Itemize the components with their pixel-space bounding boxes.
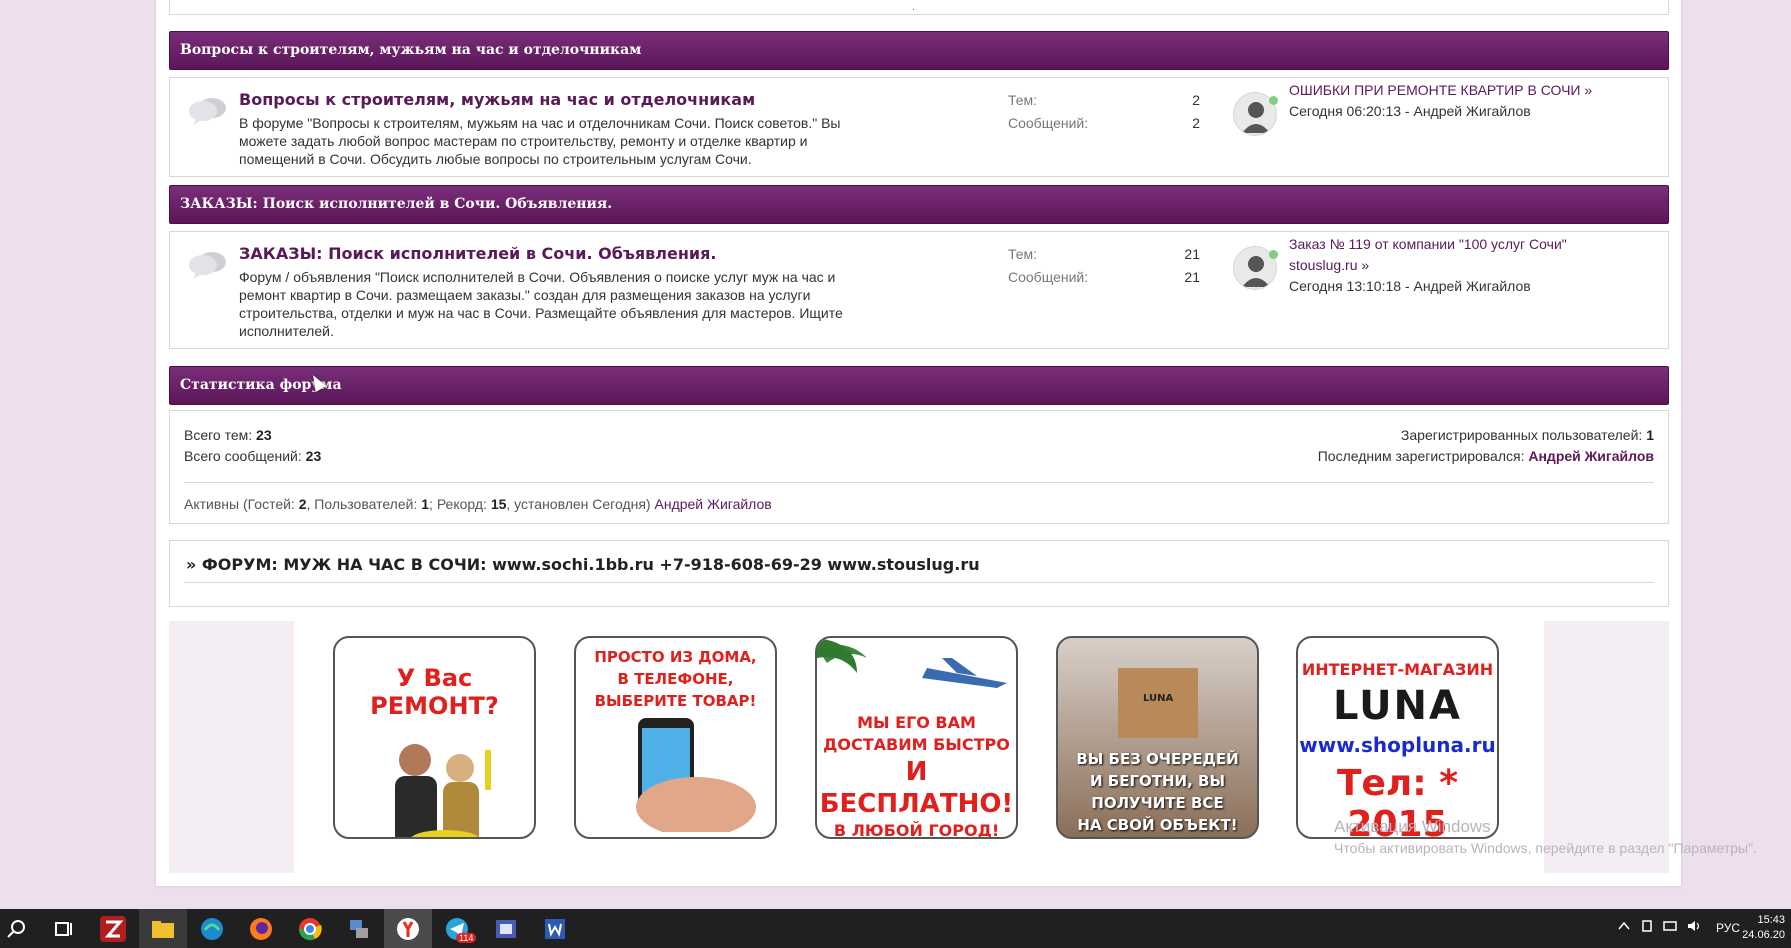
system-clock[interactable]: 15:43 24.06.20 [1742,913,1785,943]
stats-header: Статистика форума [169,366,1669,405]
category-header-orders[interactable]: ЗАКАЗЫ: Поиск исполнителей в Сочи. Объяв… [169,185,1669,224]
forum-footer-link[interactable]: » ФОРУМ: МУЖ НА ЧАС В СОЧИ: www.sochi.1b… [186,555,980,574]
banner-repair[interactable]: У Вас РЕМОНТ? [333,636,536,839]
couple-photo-icon [395,744,491,837]
last-post-meta: Сегодня 06:20:13 - Андрей Жигайлов [1289,103,1531,119]
banner-luna-shop[interactable]: ИНТЕРНЕТ-МАГАЗИН LUNA www.shopluna.ru Те… [1296,636,1499,839]
task-view-icon[interactable] [50,916,76,942]
forum-title-link[interactable]: ЗАКАЗЫ: Поиск исполнителей в Сочи. Объяв… [239,244,717,263]
posts-label: Сообщений: [1008,115,1089,131]
network-tool-icon[interactable] [346,916,372,942]
last-post-link[interactable]: ОШИБКИ ПРИ РЕМОНТЕ КВАРТИР В СОЧИ » [1289,82,1592,98]
posts-count: 2 [1192,115,1200,131]
edge-icon[interactable] [199,916,225,942]
active-users: Активны (Гостей: 2, Пользователей: 1; Ре… [184,496,772,512]
file-explorer-icon[interactable] [150,916,176,942]
active-user-link[interactable]: Андрей Жигайлов [655,496,772,512]
last-post: ОШИБКИ ПРИ РЕМОНТЕ КВАРТИР В СОЧИ » Сего… [1289,80,1619,122]
topics-label: Тем: [1008,92,1038,108]
topics-count: 2 [1192,92,1200,108]
last-post-meta: Сегодня 13:10:18 - Андрей Жигайлов [1289,278,1531,294]
divider [184,482,1654,483]
banner-phone-shop[interactable]: ПРОСТО ИЗ ДОМА, В ТЕЛЕФОНЕ, ВЫБЕРИТЕ ТОВ… [574,636,777,839]
online-indicator [1269,250,1278,259]
forum-footer-box: » ФОРУМ: МУЖ НА ЧАС В СОЧИ: www.sochi.1b… [169,540,1669,607]
speech-bubbles-icon [189,252,226,279]
last-post-link[interactable]: Заказ № 119 от компании "100 услуг Сочи" [1289,236,1567,252]
taskbar: 114 РУС 15:43 24.06.20 [0,909,1791,948]
divider [184,582,1654,583]
online-indicator [1269,96,1278,105]
topics-count: 21 [1184,246,1200,262]
palm-airplane-icon [817,638,1007,688]
chevron-up-icon[interactable] [1617,919,1631,933]
windows-activation-subtitle: Чтобы активировать Windows, перейдите в … [1334,840,1757,856]
banner-boxes[interactable]: LUNA ВЫ БЕЗ ОЧЕРЕДЕЙ И БЕГОТНИ, ВЫ ПОЛУЧ… [1056,636,1259,839]
filezilla-icon[interactable] [100,916,126,942]
registered-users: Зарегистрированных пользователей: 1 [1400,427,1654,443]
last-registered-user-link[interactable]: Андрей Жигайлов [1528,448,1654,464]
topics-label: Тем: [1008,246,1038,262]
forum-description: Форум / объявления "Поиск исполнителей в… [239,269,843,339]
phone-hand-icon [636,718,756,837]
last-post-link-continued[interactable]: stouslug.ru » [1289,257,1369,273]
forum-row-questions: Вопросы к строителям, мужьям на час и от… [169,77,1669,177]
search-icon[interactable] [4,916,30,942]
windows-activation-title: Активация Windows [1334,817,1491,836]
previous-forum-box: . [169,0,1669,15]
network-icon[interactable] [1662,919,1678,933]
banner-delivery[interactable]: МЫ ЕГО ВАМ ДОСТАВИМ БЫСТРО И БЕСПЛАТНО! … [815,636,1018,839]
forum-description: В форуме "Вопросы к строителям, мужьям н… [239,115,841,167]
posts-label: Сообщений: [1008,269,1089,285]
last-post: Заказ № 119 от компании "100 услуг Сочи"… [1289,234,1619,297]
telegram-badge: 114 [456,933,477,943]
yandex-browser-icon[interactable] [395,916,421,942]
word-icon[interactable] [542,916,568,942]
forum-title-link[interactable]: Вопросы к строителям, мужьям на час и от… [239,90,755,109]
total-topics: Всего тем: 23 [184,427,272,443]
posts-count: 21 [1184,269,1200,285]
chrome-icon[interactable] [297,916,323,942]
app-icon[interactable] [493,916,519,942]
last-registered: Последним зарегистрировался: Андрей Жига… [1317,448,1654,464]
language-indicator[interactable]: РУС [1716,921,1740,935]
total-posts: Всего сообщений: 23 [184,448,322,464]
stats-box: Всего тем: 23 Всего сообщений: 23 Зареги… [169,410,1669,524]
category-header-questions[interactable]: Вопросы к строителям, мужьям на час и от… [169,31,1669,70]
speech-bubbles-icon [189,98,226,125]
device-icon[interactable] [1640,919,1654,933]
firefox-icon[interactable] [248,916,274,942]
forum-row-orders: ЗАКАЗЫ: Поиск исполнителей в Сочи. Объяв… [169,231,1669,349]
volume-icon[interactable] [1686,919,1702,933]
